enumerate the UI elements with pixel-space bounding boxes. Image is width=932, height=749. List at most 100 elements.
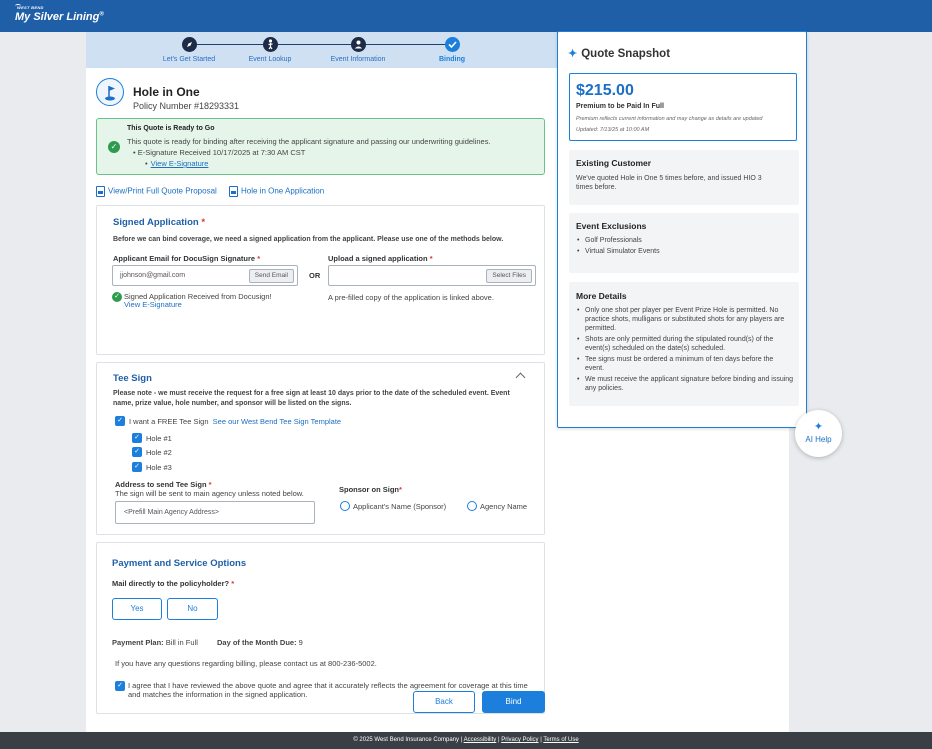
more-details-section: More Details Only one shot per player pe… [569,282,799,406]
ai-help-button[interactable]: ✦ AI Help [795,410,842,457]
mail-no-button[interactable]: No [167,598,218,620]
required-mark: * [429,254,433,263]
payment-options-card: Payment and Service Options Mail directl… [96,542,545,714]
privacy-policy-link[interactable]: Privacy Policy [501,737,538,743]
required-mark: * [208,480,212,489]
policy-title: Hole in One [133,85,200,99]
agree-checkbox[interactable]: ✓ [115,681,125,691]
applicant-email-field[interactable]: jjohnson@gmail.com Send Email [112,265,298,286]
prefilled-note: A pre-filled copy of the application is … [328,293,494,302]
terms-of-use-link[interactable]: Terms of Use [543,737,578,743]
tee-sign-card: Tee Sign Please note - we must receive t… [96,362,545,535]
step-label: Event Information [330,56,386,63]
golf-flag-icon [96,78,124,106]
back-button[interactable]: Back [413,691,475,713]
mail-label-text: Mail directly to the policyholder? [112,579,230,588]
tee-sign-template-link[interactable]: See our West Bend Tee Sign Template [213,417,341,426]
hole-1-label: Hole #1 [146,434,172,443]
address-label: Address to send Tee Sign * [115,480,212,489]
upload-label: Upload a signed application * [328,254,433,263]
signed-application-title: Signed Application [113,217,199,228]
view-esignature-link-2[interactable]: View E-Signature [124,300,182,309]
day-due-label: Day of the Month Due: [217,638,297,647]
free-tee-sign-checkbox[interactable]: ✓ [115,416,125,426]
check-icon [444,37,460,52]
view-esignature-label: View E-Signature [150,159,209,168]
received-check-icon: ✓ [112,292,122,302]
free-tee-sign-label: I want a FREE Tee Sign [129,417,209,426]
policy-number: Policy Number #18293331 [133,101,240,111]
alert-esignature-received: • E-Signature Received 10/17/2025 at 7:3… [133,148,306,157]
exclusion-item: Golf Professionals [576,236,794,245]
alert-bullet-text: E-Signature Received 10/17/2025 at 7:30 … [137,148,306,157]
sparkle-icon: ✦ [568,48,578,60]
footer: © 2025 West Bend Insurance Company | Acc… [0,732,932,749]
sponsor-applicant-radio[interactable] [340,501,350,511]
view-print-proposal-link[interactable]: View/Print Full Quote Proposal [96,186,217,197]
details-title: More Details [576,291,627,301]
hole-3-checkbox[interactable]: ✓ [132,462,142,472]
app-logo[interactable]: My Silver Lining® [15,11,104,23]
mail-label: Mail directly to the policyholder? * [112,579,234,588]
hole-2-checkbox[interactable]: ✓ [132,447,142,457]
upload-application-field[interactable]: Select Files [328,265,536,286]
select-files-button[interactable]: Select Files [486,269,532,283]
premium-amount: $215.00 [576,82,634,99]
detail-item: Shots are only permitted during the stip… [576,335,794,353]
email-value: jjohnson@gmail.com [120,272,186,279]
tee-sign-title: Tee Sign [113,373,152,384]
footer-separator: | [540,737,542,743]
required-mark: * [257,254,261,263]
registered-mark: ® [99,11,104,18]
ready-alert: ✓ This Quote is Ready to Go This quote i… [96,118,545,175]
hole-1-checkbox[interactable]: ✓ [132,433,142,443]
address-label-text: Address to send Tee Sign [115,480,207,489]
step-binding[interactable]: Binding [402,37,502,63]
exclusions-title: Event Exclusions [576,221,647,231]
chevron-up-icon[interactable] [515,372,526,383]
billing-note: If you have any questions regarding bill… [115,659,377,668]
existing-title: Existing Customer [576,158,652,168]
step-event-lookup[interactable]: Event Lookup [220,37,320,63]
exclusions-list: Golf Professionals Virtual Simulator Eve… [576,236,794,256]
hole-3-label: Hole #3 [146,463,172,472]
address-sub: The sign will be sent to main agency unl… [115,489,304,498]
step-event-information[interactable]: Event Information [308,37,408,63]
quote-snapshot-panel: ✦ Quote Snapshot $215.00 Premium to be Pa… [557,31,807,428]
application-link[interactable]: Hole in One Application [229,186,324,197]
sponsor-label: Sponsor on Sign* [339,485,402,494]
bullet-dot: • [145,159,148,168]
snapshot-title: ✦ Quote Snapshot [568,47,670,60]
required-mark: * [399,485,402,494]
person-icon [350,37,366,52]
day-due: Day of the Month Due: 9 [217,638,303,647]
snapshot-title-text: Quote Snapshot [581,48,671,60]
tee-sign-address-field[interactable]: <Prefill Main Agency Address> [115,501,315,524]
golfer-icon [262,37,278,52]
footer-copyright: © 2025 West Bend Insurance Company | [353,737,463,743]
ai-help-label: AI Help [805,435,832,444]
event-exclusions-section: Event Exclusions Golf Professionals Virt… [569,213,799,273]
payment-title: Payment and Service Options [112,558,247,569]
bind-button[interactable]: Bind [482,691,545,713]
signed-application-instructions: Before we can bind coverage, we need a s… [113,236,504,243]
progress-stepper: Let's Get Started Event Lookup Event Inf… [86,32,557,68]
detail-item: Only one shot per player per Event Prize… [576,306,794,333]
premium-box: $215.00 Premium to be Paid In Full Premi… [569,73,797,141]
compass-icon [181,37,197,52]
step-label: Binding [438,56,466,63]
detail-item: Tee signs must be ordered a minimum of t… [576,355,794,373]
sponsor-agency-radio[interactable] [467,501,477,511]
detail-item: We must receive the applicant signature … [576,375,794,393]
premium-updated: Updated: 7/13/25 at 10:00 AM [576,127,650,133]
email-label: Applicant Email for DocuSign Signature * [113,254,260,263]
mail-yes-button[interactable]: Yes [112,598,162,620]
email-label-text: Applicant Email for DocuSign Signature [113,254,256,263]
existing-customer-section: Existing Customer We've quoted Hole in O… [569,150,799,205]
sparkle-icon: ✦ [813,421,824,433]
success-check-icon: ✓ [108,141,120,153]
accessibility-link[interactable]: Accessibility [464,737,497,743]
send-email-button[interactable]: Send Email [248,269,294,283]
view-esignature-link[interactable]: • View E-Signature [145,159,208,168]
logo-company: WEST BEND [17,5,44,10]
